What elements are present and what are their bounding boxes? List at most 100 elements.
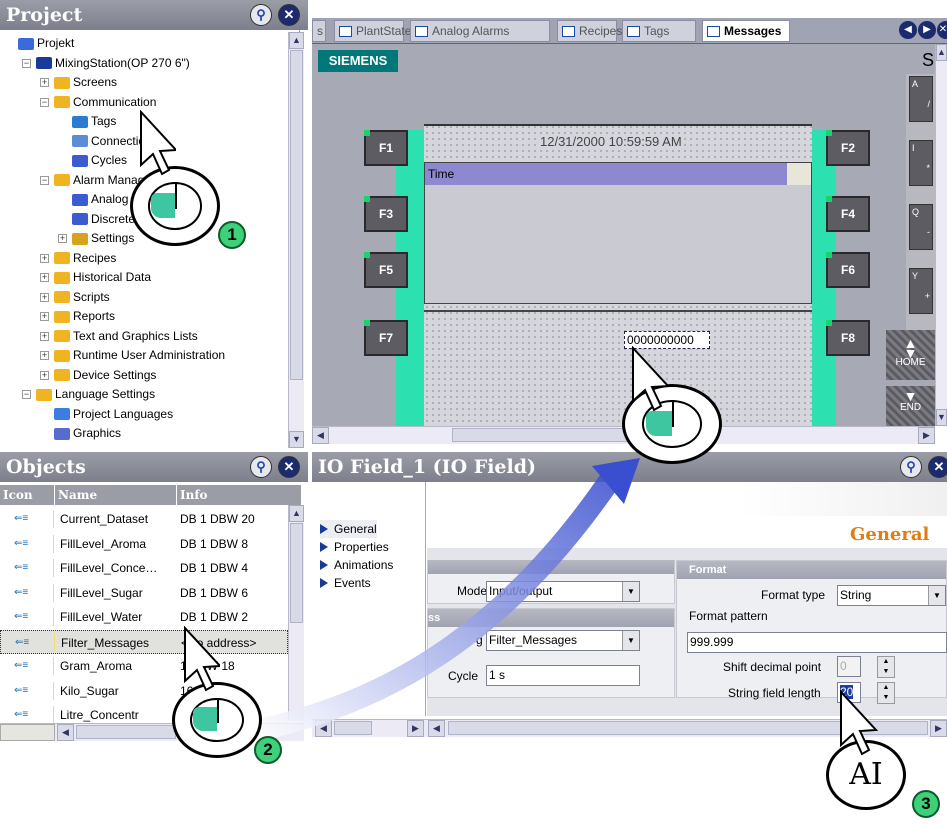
screen-editor-canvas[interactable]: SIEMENS S A / I * Q - Y + ▲ ▼ HOME ▼ END 12/31/200… — [312, 44, 935, 444]
fkey-f4[interactable]: F4 — [826, 196, 870, 232]
column-header-icon[interactable]: Icon — [0, 485, 55, 505]
canvas-scroll-up-arrow-icon[interactable]: ▲ — [936, 44, 947, 61]
objects-scroll-thumb[interactable] — [290, 523, 303, 623]
nav-events[interactable]: Events — [320, 574, 371, 592]
tree-item[interactable]: Projekt — [18, 34, 74, 53]
tab-scroll-right-icon[interactable]: ▶ — [918, 21, 936, 39]
tree-expander[interactable]: + — [40, 351, 49, 360]
chevron-down-icon[interactable]: ▼ — [622, 631, 639, 650]
tree-item[interactable]: MixingStation(OP 270 6") — [36, 54, 190, 73]
tree-expander[interactable]: + — [40, 253, 49, 263]
mode-combo[interactable]: Input/output ▼ — [486, 581, 640, 602]
tree-item[interactable]: Screens — [54, 73, 117, 92]
tree-item[interactable]: Recipes — [54, 249, 116, 268]
tree-item[interactable]: Runtime User Administration — [54, 346, 225, 365]
side-key[interactable]: Q- — [909, 204, 933, 250]
tag-combo[interactable]: Filter_Messages ▼ — [486, 630, 640, 651]
tree-item[interactable]: Tags — [72, 112, 116, 131]
fkey-f7[interactable]: F7 — [364, 320, 408, 356]
props-scroll-left-arrow-icon[interactable]: ◀ — [315, 720, 332, 737]
table-row[interactable]: ⇐≡ Filter_Messages <No address> — [0, 629, 288, 654]
fkey-f8[interactable]: F8 — [826, 320, 870, 356]
scroll-down-arrow-icon[interactable]: ▼ — [289, 431, 304, 448]
tab-close-icon[interactable]: ✕ — [937, 21, 947, 39]
end-key[interactable]: ▼ END — [886, 386, 935, 426]
props2-scroll-left-arrow-icon[interactable]: ◀ — [428, 720, 445, 737]
fkey-f5[interactable]: F5 — [364, 252, 408, 288]
nav-properties[interactable]: Properties — [320, 538, 389, 556]
format-type-combo[interactable]: String ▼ — [837, 585, 946, 606]
props-scroll-right-arrow-icon[interactable]: ▶ — [407, 720, 424, 737]
props2-scroll-right-arrow-icon[interactable]: ▶ — [930, 720, 947, 737]
tab-s[interactable]: s — [312, 20, 326, 42]
table-row[interactable]: ⇐≡ FillLevel_Water DB 1 DBW 2 — [0, 605, 288, 629]
tree-item[interactable]: Cycles — [72, 151, 127, 170]
table-row[interactable]: ⇐≡ FillLevel_Sugar DB 1 DBW 6 — [0, 581, 288, 605]
scroll-up-arrow-icon[interactable]: ▲ — [289, 32, 304, 49]
tree-expander[interactable]: + — [40, 370, 49, 380]
table-row[interactable]: ⇐≡ FillLevel_Conce… DB 1 DBW 4 — [0, 556, 288, 580]
fkey-f3[interactable]: F3 — [364, 196, 408, 232]
tab-scroll-left-icon[interactable]: ◀ — [899, 21, 917, 39]
tree-expander[interactable]: + — [40, 312, 49, 321]
side-key[interactable]: I * — [909, 140, 933, 186]
tree-item[interactable]: Historical Data — [54, 268, 151, 287]
datetime-field[interactable]: 12/31/2000 10:59:59 AM — [538, 134, 684, 149]
tree-item[interactable]: Communication — [54, 93, 156, 112]
shift-field[interactable]: 0 — [837, 656, 861, 677]
tree-item[interactable]: Text and Graphics Lists — [54, 327, 198, 346]
tree-expander[interactable]: − — [22, 390, 31, 399]
chevron-down-icon[interactable]: ▼ — [928, 586, 945, 605]
tree-item[interactable]: Graphics — [54, 424, 121, 443]
tree-item[interactable]: Scripts — [54, 288, 110, 307]
canvas-scroll-left-arrow-icon[interactable]: ◀ — [312, 427, 329, 444]
properties-pin-icon[interactable]: ⚲ — [900, 456, 922, 478]
tree-item[interactable]: Language Settings — [36, 385, 155, 404]
home-key[interactable]: ▲ ▼ HOME — [886, 330, 935, 380]
project-tree-scrollbar[interactable]: ▲ ▼ — [288, 32, 304, 448]
fkey-f6[interactable]: F6 — [826, 252, 870, 288]
tree-expander[interactable]: + — [40, 78, 49, 87]
tab-tags[interactable]: Tags — [622, 20, 696, 42]
nav-general[interactable]: General — [320, 520, 377, 538]
format-pattern-field[interactable]: 999.999 — [687, 632, 947, 653]
scroll-thumb[interactable] — [290, 50, 303, 380]
canvas-vscrollbar[interactable]: ▲ ▼ — [935, 44, 947, 426]
shift-stepper[interactable]: ▲ ▼ — [877, 656, 895, 678]
table-row[interactable]: ⇐≡ FillLevel_Aroma DB 1 DBW 8 — [0, 532, 288, 556]
tree-item[interactable]: Device Settings — [54, 366, 156, 385]
canvas-scroll-right-arrow-icon[interactable]: ▶ — [918, 427, 935, 444]
side-key[interactable]: Y + — [909, 268, 933, 314]
tree-item[interactable]: Settings — [72, 229, 134, 248]
properties-close-icon[interactable]: ✕ — [928, 456, 947, 478]
tree-expander[interactable]: + — [58, 234, 67, 243]
tree-item[interactable]: Project Languages — [54, 405, 173, 424]
column-header-name[interactable]: Name — [55, 485, 177, 505]
pin-icon[interactable]: ⚲ — [250, 4, 272, 26]
props-scroll-thumb[interactable] — [334, 721, 372, 735]
tree-expander[interactable]: + — [40, 331, 49, 341]
fkey-f2[interactable]: F2 — [826, 130, 870, 166]
tab-plantstate[interactable]: PlantState — [334, 20, 411, 42]
table-row[interactable]: ⇐≡ Current_Dataset DB 1 DBW 20 — [0, 507, 288, 531]
tab-analog-alarms[interactable]: Analog Alarms — [410, 20, 550, 42]
nav-animations[interactable]: Animations — [320, 556, 393, 574]
tab-messages[interactable]: Messages — [702, 20, 790, 42]
tree-expander[interactable]: − — [40, 97, 49, 107]
tree-expander[interactable]: + — [40, 273, 49, 282]
tree-item[interactable]: Reports — [54, 307, 115, 326]
tree-expander[interactable]: − — [22, 58, 31, 68]
close-icon[interactable]: ✕ — [278, 4, 300, 26]
objects-pin-icon[interactable]: ⚲ — [250, 456, 272, 478]
tree-expander[interactable]: + — [40, 292, 49, 302]
chevron-down-icon[interactable]: ▼ — [622, 582, 639, 601]
objects-close-icon[interactable]: ✕ — [278, 456, 300, 478]
objects-scroll-up-arrow-icon[interactable]: ▲ — [289, 505, 304, 522]
objects-vscrollbar[interactable]: ▲ — [288, 505, 304, 721]
tab-recipes[interactable]: Recipes — [557, 20, 622, 42]
column-header-info[interactable]: Info — [177, 485, 302, 505]
table-row[interactable]: ⇐≡Gram_Aroma1 DBW 18 — [0, 654, 288, 678]
fkey-f1[interactable]: F1 — [364, 130, 408, 166]
tree-expander[interactable]: − — [40, 175, 49, 185]
alarm-view[interactable]: Time — [424, 162, 812, 304]
